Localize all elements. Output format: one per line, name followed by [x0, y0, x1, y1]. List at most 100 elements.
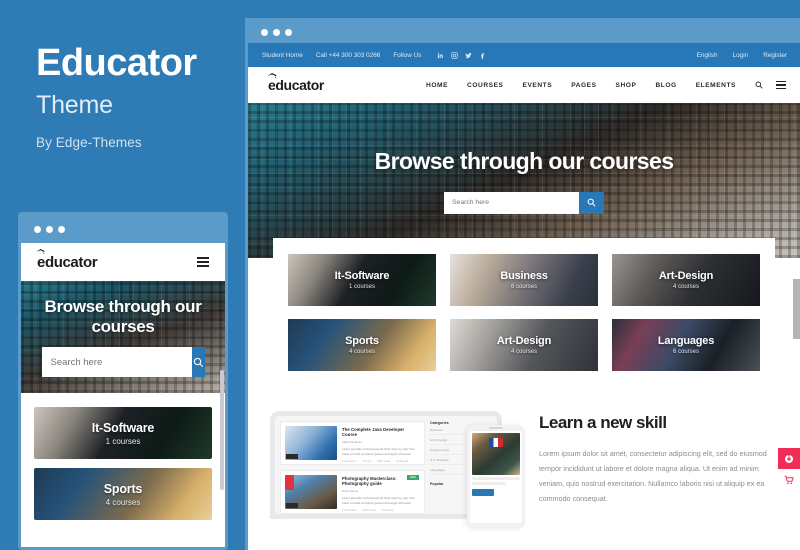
laptop-course-list: The Complete Java Developer Course Mark … [280, 421, 425, 514]
category-count: 4 courses [510, 349, 537, 355]
purchase-icon [785, 454, 793, 463]
nav-item-shop[interactable]: SHOP [616, 82, 637, 89]
course-author: Nick Owens [342, 488, 359, 493]
category-name: It-Software [91, 420, 155, 435]
category-count: 1 courses [105, 436, 141, 446]
nav-item-pages[interactable]: PAGES [571, 82, 596, 89]
search-button[interactable] [579, 191, 604, 214]
mobile-search-button[interactable] [191, 347, 205, 378]
window-dot-close[interactable] [261, 28, 268, 36]
category-grid: It-Software 1 courses Business 6 courses… [288, 254, 760, 371]
course-meta: Featured [396, 458, 409, 463]
mobile-category-card[interactable]: It-Software 1 courses [34, 407, 212, 459]
hamburger-icon[interactable] [776, 80, 786, 90]
page-scrollbar[interactable] [793, 279, 800, 339]
window-dot-close[interactable] [34, 225, 41, 233]
cart-button[interactable] [778, 469, 800, 490]
promo-title-block: Educator Theme By Edge-Themes [36, 43, 236, 150]
category-card-it-software[interactable]: It-Software 1 courses [288, 254, 436, 306]
purchase-button[interactable] [778, 448, 800, 469]
window-dot-maximize[interactable] [58, 225, 65, 233]
graduation-cap-icon [36, 248, 45, 254]
mobile-logo[interactable]: educator [36, 248, 98, 271]
mobile-navbar: educator [21, 243, 225, 281]
mobile-logo-text: educator [37, 253, 98, 271]
nav-item-home[interactable]: HOME [426, 82, 448, 89]
topbar-register-link[interactable]: Register [763, 52, 787, 59]
promo-panel: Educator Theme By Edge-Themes educator B… [0, 0, 245, 550]
window-dot-maximize[interactable] [285, 28, 292, 36]
nav-item-events[interactable]: EVENTS [523, 82, 553, 89]
facebook-icon[interactable] [479, 52, 486, 59]
nav-item-blog[interactable]: BLOG [655, 82, 676, 89]
course-author: Mark Davidson [342, 439, 363, 444]
window-dot-minimize[interactable] [46, 225, 53, 233]
phone-mockup [467, 425, 525, 529]
category-name: Art-Design [658, 270, 714, 282]
mobile-preview-window: educator Browse through our courses Sear… [18, 212, 228, 550]
twitter-icon[interactable] [465, 52, 472, 59]
search-icon [587, 198, 596, 207]
course-description: Learn java like a Professional! Start st… [342, 496, 416, 505]
author-byline: By Edge-Themes [36, 134, 142, 150]
category-cards-panel: It-Software 1 courses Business 6 courses… [273, 238, 775, 389]
mobile-search-input[interactable] [41, 347, 192, 378]
search-icon[interactable] [755, 81, 763, 89]
category-count: 4 courses [348, 349, 375, 355]
hero-search-bar [444, 191, 604, 214]
category-count: 6 courses [672, 349, 699, 355]
category-card-art-design-2[interactable]: Art-Design 4 courses [450, 319, 598, 371]
category-name: Sports [103, 481, 143, 496]
instagram-icon[interactable] [451, 51, 459, 59]
screenshot-stage: Educator Theme By Edge-Themes educator B… [0, 0, 800, 550]
category-count: 4 courses [672, 284, 699, 290]
hamburger-icon[interactable] [197, 257, 209, 267]
french-flag-icon [489, 438, 503, 447]
search-input[interactable] [444, 191, 579, 214]
nav-item-elements[interactable]: ELEMENTS [696, 82, 736, 89]
window-dot-minimize[interactable] [273, 28, 280, 36]
mobile-category-card[interactable]: Sports 4 courses [34, 468, 212, 520]
mobile-search-bar [41, 347, 205, 378]
nav-item-courses[interactable]: COURSES [467, 82, 503, 89]
category-count: 4 courses [105, 497, 141, 507]
page-subtitle: Theme [36, 90, 113, 119]
linkedin-icon[interactable] [437, 52, 444, 59]
hero-title: Browse through our courses [374, 147, 674, 174]
topbar-student-home-link[interactable]: Student Home [262, 52, 303, 59]
mobile-window-chrome [21, 215, 225, 243]
topbar-login-link[interactable]: Login [733, 52, 749, 59]
mobile-category-list: It-Software 1 courses Sports 4 courses [21, 393, 225, 520]
site-logo-text: educator [268, 77, 324, 93]
site-logo[interactable]: educator [267, 73, 324, 93]
desktop-preview-window: Student Home Call +44 300 303 0266 Follo… [245, 18, 800, 550]
topbar-phone-link[interactable]: Call +44 300 303 0266 [316, 52, 381, 59]
course-thumbnail [285, 475, 337, 509]
graduation-cap-icon [267, 73, 277, 79]
learn-text-column: Learn a new skill Lorem ipsum dolor sit … [539, 411, 778, 521]
primary-navigation: HOME COURSES EVENTS PAGES SHOP BLOG ELEM… [426, 82, 736, 89]
category-card-languages[interactable]: Languages 6 courses [612, 319, 760, 371]
site-topbar: Student Home Call +44 300 303 0266 Follo… [248, 43, 800, 67]
device-mockup-group: The Complete Java Developer Course Mark … [270, 411, 525, 529]
site-main-navbar: educator HOME COURSES EVENTS PAGES SHOP … [248, 67, 800, 103]
cart-icon [784, 475, 794, 484]
topbar-follow-us-label: Follow Us [393, 51, 422, 59]
category-card-business[interactable]: Business 6 courses [450, 254, 598, 306]
topbar-language-link[interactable]: English [697, 52, 718, 59]
course-meta: 11 lectures [342, 458, 357, 463]
desktop-window-chrome [248, 21, 800, 43]
category-count: 6 courses [510, 284, 537, 290]
learn-section: The Complete Java Developer Course Mark … [248, 389, 800, 529]
category-card-sports[interactable]: Sports 4 courses [288, 319, 436, 371]
floating-action-buttons [778, 448, 800, 490]
search-icon [193, 357, 203, 367]
laptop-course-row[interactable]: The Complete Java Developer Course Mark … [280, 421, 425, 465]
course-title: The Complete Java Developer Course [342, 427, 405, 437]
course-meta: 125 seats [377, 458, 391, 463]
category-card-art-design[interactable]: Art-Design 4 courses [612, 254, 760, 306]
phone-screen [470, 431, 522, 523]
laptop-course-row[interactable]: Photography Masterclass: Photography gui… [280, 470, 425, 514]
phone-cta-button[interactable] [472, 489, 494, 496]
learn-heading: Learn a new skill [539, 413, 667, 432]
